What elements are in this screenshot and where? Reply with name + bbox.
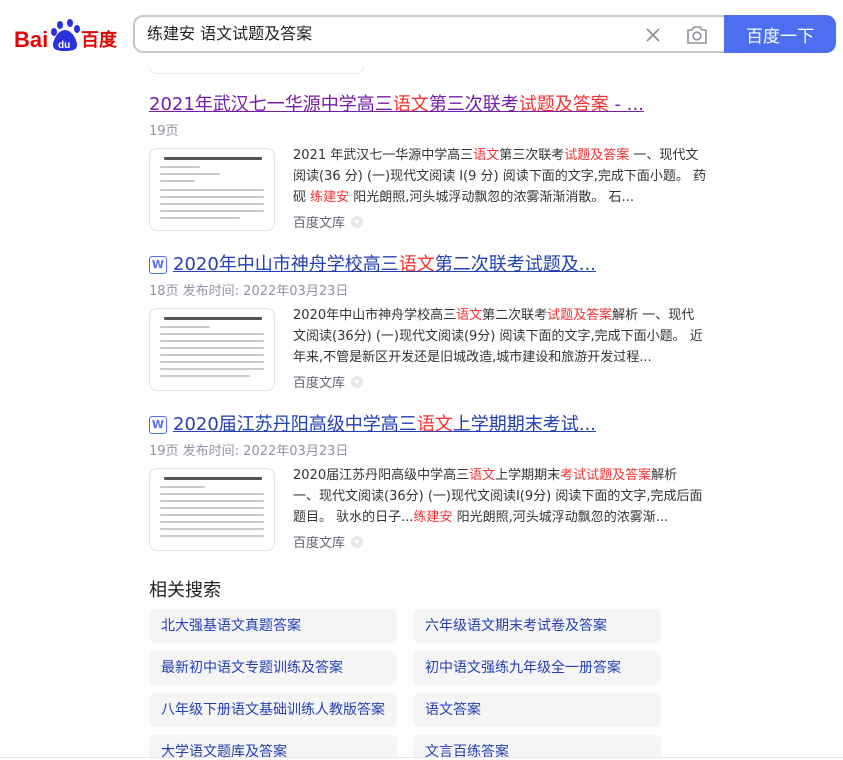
document-thumbnail[interactable]	[149, 308, 275, 391]
result-meta: 19页	[149, 124, 179, 139]
word-doc-icon: W	[149, 256, 167, 274]
camera-icon[interactable]	[685, 24, 709, 46]
related-searches-title: 相关搜索	[149, 580, 221, 601]
result-snippet: 2020届江苏丹阳高级中学高三语文上学期期末考试试题及答案解析 一、现代文阅读(…	[293, 468, 703, 525]
result-title-link[interactable]: 2021年武汉七一华源中学高三语文第三次联考试题及答案 - ...	[149, 94, 709, 116]
result-source[interactable]: 百度文库	[293, 372, 364, 391]
clear-icon[interactable]	[643, 25, 663, 45]
result-snippet: 2020年中山市神舟学校高三语文第二次联考试题及答案解析 一、现代文阅读(36分…	[293, 308, 703, 365]
result-source[interactable]: 百度文库	[293, 532, 364, 551]
search-button[interactable]: 百度一下	[724, 15, 836, 53]
svg-text:Bai: Bai	[14, 27, 48, 52]
result-source[interactable]: 百度文库	[293, 212, 364, 231]
related-search-item[interactable]: 最新初中语文专题训练及答案	[149, 651, 397, 685]
related-search-item[interactable]: 八年级下册语文基础训练人教版答案	[149, 693, 397, 727]
result-meta: 19页 发布时间: 2022年03月23日	[149, 444, 349, 459]
search-box	[133, 15, 733, 53]
source-dropdown-icon[interactable]	[351, 216, 364, 228]
document-thumbnail[interactable]	[149, 468, 275, 551]
source-dropdown-icon[interactable]	[351, 376, 364, 388]
result-meta: 18页 发布时间: 2022年03月23日	[149, 284, 349, 299]
word-doc-icon: W	[149, 416, 167, 434]
search-result: 2021年武汉七一华源中学高三语文第三次联考试题及答案 - ... 19页 20…	[149, 94, 709, 232]
related-search-item[interactable]: 六年级语文期末考试卷及答案	[413, 609, 661, 643]
header: Bai du 百度 百度一下	[0, 0, 843, 66]
result-title-link[interactable]: W 2020年中山市神舟学校高三语文第二次联考试题及...	[149, 254, 709, 276]
result-title-link[interactable]: W 2020届江苏丹阳高级中学高三语文上学期期末考试...	[149, 414, 709, 436]
related-search-item[interactable]: 文言百练答案	[413, 735, 661, 757]
baidu-logo[interactable]: Bai du 百度	[14, 18, 122, 54]
search-result: W 2020届江苏丹阳高级中学高三语文上学期期末考试... 19页 发布时间: 2…	[149, 414, 709, 552]
document-thumbnail[interactable]	[149, 148, 275, 231]
search-input[interactable]	[147, 17, 627, 51]
result-snippet: 2021 年武汉七一华源中学高三语文第三次联考试题及答案 一、现代文阅读(36 …	[293, 148, 707, 205]
svg-text:du: du	[58, 40, 70, 51]
related-search-item[interactable]: 语文答案	[413, 693, 661, 727]
bottom-divider	[0, 757, 843, 758]
related-search-item[interactable]: 北大强基语文真题答案	[149, 609, 397, 643]
svg-text:百度: 百度	[81, 29, 118, 51]
source-dropdown-icon[interactable]	[351, 536, 364, 548]
related-search-item[interactable]: 大学语文题库及答案	[149, 735, 397, 757]
search-result: W 2020年中山市神舟学校高三语文第二次联考试题及... 18页 发布时间: 2…	[149, 254, 709, 392]
related-search-item[interactable]: 初中语文强练九年级全一册答案	[413, 651, 661, 685]
